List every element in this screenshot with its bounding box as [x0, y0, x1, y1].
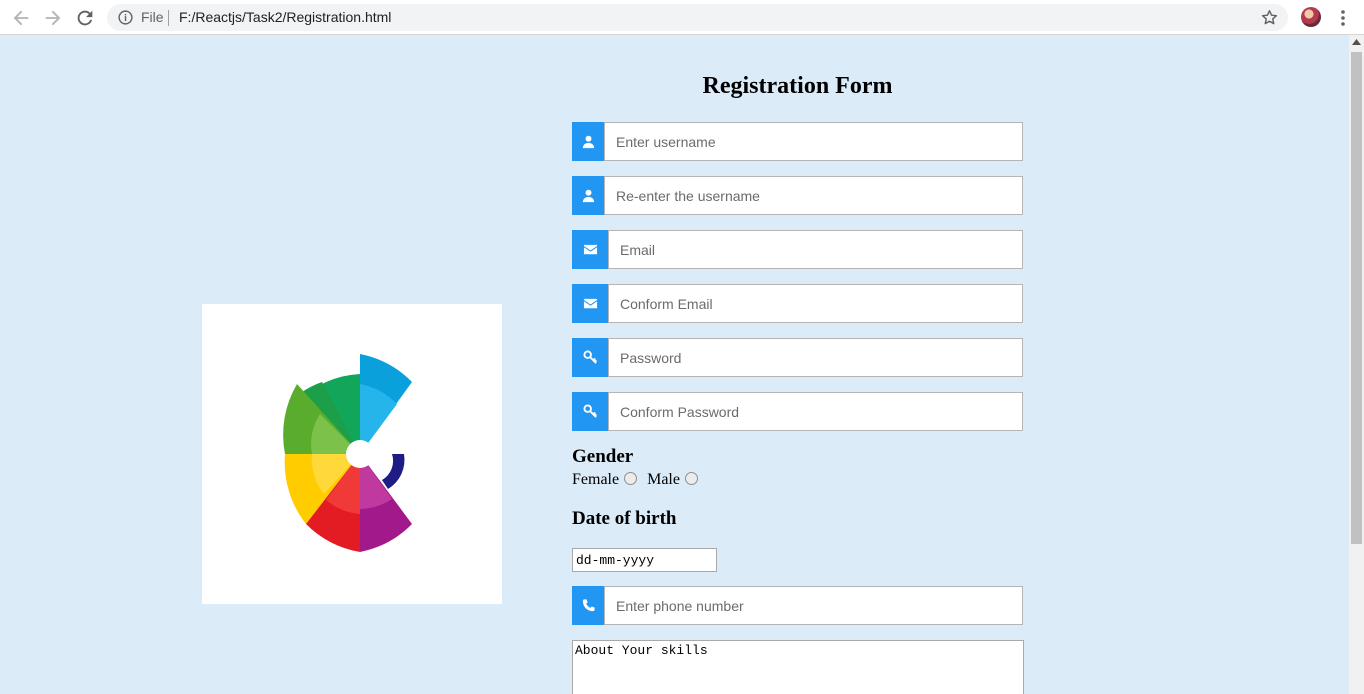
- url-text[interactable]: F:/Reactjs/Task2/Registration.html: [179, 9, 391, 25]
- username-input[interactable]: [604, 122, 1023, 161]
- confirm-password-input[interactable]: [608, 392, 1023, 431]
- key-icon: [572, 392, 608, 431]
- gender-heading: Gender: [572, 446, 634, 467]
- arrow-right-icon: [45, 10, 61, 26]
- scheme-label: File: [141, 9, 164, 25]
- scroll-up-icon[interactable]: [1352, 39, 1361, 45]
- back-button[interactable]: [10, 7, 32, 29]
- reload-icon: [77, 10, 93, 26]
- arrow-left-icon: [13, 10, 29, 26]
- reenter-username-input[interactable]: [604, 176, 1023, 215]
- form-title: Registration Form: [702, 73, 893, 99]
- user-icon: [572, 122, 605, 161]
- info-icon[interactable]: [117, 9, 134, 26]
- page-viewport: Registration Form Gende: [0, 35, 1349, 694]
- gender-options: Female Male: [572, 471, 708, 489]
- logo-image: [202, 304, 502, 604]
- password-field: [572, 338, 1023, 377]
- forward-button[interactable]: [42, 7, 64, 29]
- phone-field: [572, 586, 1023, 625]
- key-icon: [572, 338, 608, 377]
- gender-male-radio[interactable]: [684, 472, 698, 485]
- phone-input[interactable]: [604, 586, 1023, 625]
- vertical-scrollbar[interactable]: [1349, 35, 1364, 694]
- phone-icon: [572, 586, 605, 625]
- email-input[interactable]: [608, 230, 1023, 269]
- address-separator: [168, 10, 169, 26]
- dob-heading: Date of birth: [572, 508, 677, 529]
- reload-button[interactable]: [74, 7, 96, 29]
- profile-avatar[interactable]: [1301, 7, 1321, 27]
- star-icon[interactable]: [1260, 8, 1279, 27]
- color-wheel-logo: [283, 354, 412, 552]
- reenter-username-field: [572, 176, 1023, 215]
- username-field: [572, 122, 1023, 161]
- address-bar[interactable]: File F:/Reactjs/Task2/Registration.html: [107, 4, 1288, 31]
- gender-male-label: Male: [647, 471, 680, 488]
- email-field: [572, 230, 1023, 269]
- user-icon: [572, 176, 605, 215]
- confirm-password-field: [572, 392, 1023, 431]
- more-menu-icon[interactable]: [1336, 8, 1350, 28]
- dob-input[interactable]: [572, 548, 717, 572]
- browser-toolbar: File F:/Reactjs/Task2/Registration.html: [0, 0, 1364, 35]
- password-input[interactable]: [608, 338, 1023, 377]
- confirm-email-field: [572, 284, 1023, 323]
- gender-female-label: Female: [572, 471, 620, 488]
- scrollbar-thumb[interactable]: [1351, 52, 1362, 544]
- envelope-icon: [572, 230, 608, 269]
- gender-female-radio[interactable]: [624, 472, 638, 485]
- envelope-icon: [572, 284, 608, 323]
- skills-textarea[interactable]: About Your skills: [572, 640, 1024, 694]
- confirm-email-input[interactable]: [608, 284, 1023, 323]
